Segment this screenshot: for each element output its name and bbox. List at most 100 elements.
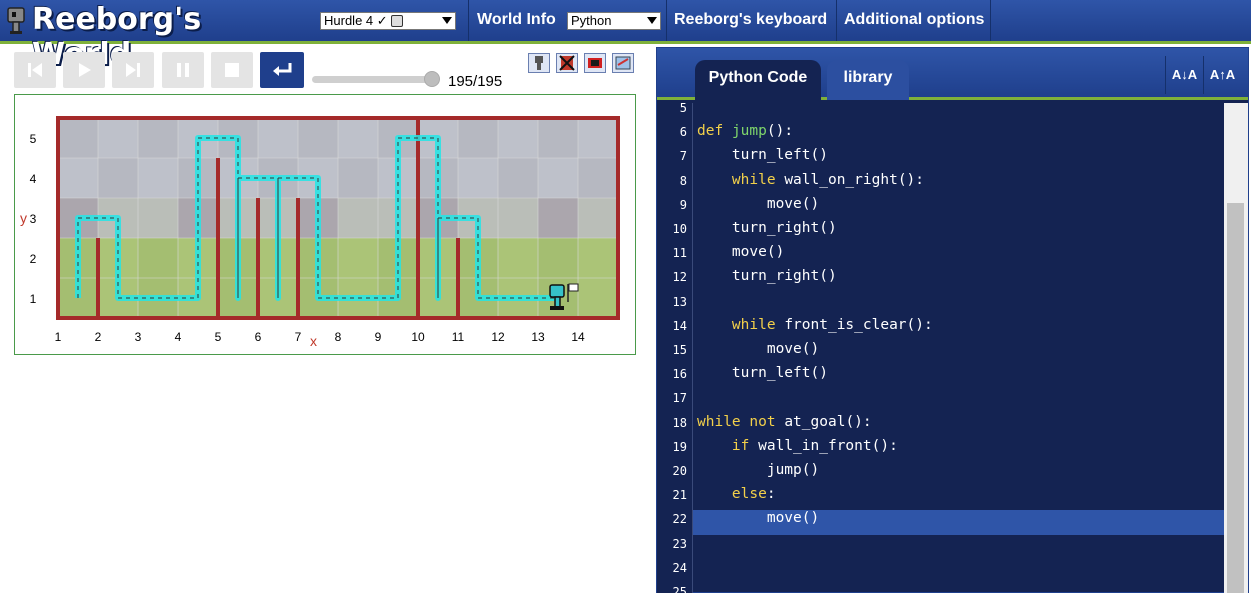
line-number: 10 bbox=[672, 222, 687, 236]
code-line: turn_left() bbox=[731, 365, 828, 382]
step-counter: 195/195 bbox=[448, 73, 503, 90]
world-select[interactable]: Hurdle 4 ✓ bbox=[320, 12, 456, 30]
font-increase-button[interactable]: A↑A bbox=[1203, 56, 1241, 94]
x-tick-label: 10 bbox=[411, 330, 425, 344]
walls-edit-icon[interactable] bbox=[556, 53, 578, 73]
line-number: 23 bbox=[672, 536, 687, 551]
divider bbox=[666, 0, 667, 41]
x-axis-label: x bbox=[310, 333, 317, 349]
code-line: move() bbox=[766, 510, 820, 527]
goal-flag-icon bbox=[568, 283, 579, 292]
pause-icon bbox=[177, 63, 189, 77]
x-tick-label: 5 bbox=[215, 330, 222, 344]
code-line: def jump(): bbox=[697, 123, 794, 140]
line-number: 13 bbox=[672, 294, 687, 309]
additional-options-button[interactable]: Additional options bbox=[844, 11, 984, 29]
line-number: 15 bbox=[672, 343, 687, 357]
x-tick-label: 11 bbox=[452, 330, 465, 344]
reload-button[interactable] bbox=[14, 52, 56, 88]
editor-panel: Python Code library A↓A A↑A 5 6 7 8 9 10 11 12 1… bbox=[656, 47, 1249, 593]
x-tick-label: 9 bbox=[375, 330, 382, 344]
code-line: move() bbox=[731, 244, 785, 261]
slider-handle[interactable] bbox=[424, 71, 440, 87]
line-number: 22 bbox=[672, 512, 687, 527]
robot-edit-icon[interactable] bbox=[528, 53, 550, 73]
world-settings-icon[interactable] bbox=[612, 53, 634, 73]
pause-button[interactable] bbox=[162, 52, 204, 88]
chevron-down-icon bbox=[647, 17, 657, 24]
line-number: 11 bbox=[672, 246, 687, 261]
editor-scrollbar[interactable] bbox=[1224, 103, 1248, 593]
font-decrease-button[interactable]: A↓A bbox=[1165, 56, 1203, 94]
language-select-value: Python bbox=[571, 13, 612, 28]
x-tick-label: 4 bbox=[175, 330, 182, 344]
code-line: move() bbox=[766, 341, 820, 357]
x-tick-label: 13 bbox=[531, 330, 545, 344]
divider bbox=[468, 0, 469, 41]
stop-button[interactable] bbox=[211, 52, 253, 88]
editor-tab-bar: Python Code library A↓A A↑A bbox=[657, 48, 1248, 100]
line-number: 20 bbox=[672, 464, 687, 478]
line-number: 14 bbox=[672, 318, 687, 333]
y-tick-label: 5 bbox=[30, 132, 37, 146]
tab-library[interactable]: library bbox=[827, 60, 909, 100]
return-button[interactable] bbox=[260, 52, 304, 88]
robot-face-icon bbox=[391, 15, 404, 27]
line-number: 12 bbox=[672, 270, 687, 285]
robot-icon bbox=[549, 284, 565, 298]
world-canvas[interactable]: 1 2 3 4 5 6 7 8 9 10 11 12 13 14 1 2 3 4 5 x y bbox=[14, 94, 636, 355]
stop-icon bbox=[225, 63, 239, 77]
y-tick-label: 2 bbox=[30, 252, 37, 266]
x-tick-label: 1 bbox=[55, 330, 62, 344]
divider bbox=[990, 0, 991, 41]
x-tick-label: 3 bbox=[135, 330, 142, 344]
line-number: 21 bbox=[672, 488, 687, 503]
step-icon bbox=[126, 63, 140, 77]
robot-icon bbox=[554, 296, 561, 308]
y-tick-label: 4 bbox=[30, 172, 37, 186]
world-info-button[interactable]: World Info bbox=[477, 11, 556, 29]
x-tick-label: 2 bbox=[95, 330, 102, 344]
code-editor[interactable]: 5 6 7 8 9 10 11 12 13 14 15 16 17 18 19 20 21 22 23 24 25 de… bbox=[657, 103, 1248, 593]
line-number: 5 bbox=[679, 103, 687, 115]
code-line: while front_is_clear(): bbox=[731, 316, 933, 333]
chevron-down-icon bbox=[442, 17, 452, 24]
line-number: 8 bbox=[679, 173, 687, 188]
scroll-thumb[interactable] bbox=[1227, 203, 1244, 593]
step-button[interactable] bbox=[112, 52, 154, 88]
line-number: 17 bbox=[672, 391, 687, 406]
robot-icon bbox=[550, 306, 564, 310]
run-button[interactable] bbox=[63, 52, 105, 88]
line-number: 9 bbox=[679, 197, 687, 212]
code-line: turn_left() bbox=[731, 147, 828, 164]
play-icon bbox=[79, 63, 91, 77]
return-icon bbox=[273, 63, 292, 76]
y-tick-label: 1 bbox=[30, 292, 37, 306]
y-axis-label: y bbox=[20, 210, 27, 226]
reload-icon bbox=[28, 63, 42, 77]
code-line: if wall_in_front(): bbox=[731, 437, 898, 454]
reeborg-logo-icon bbox=[7, 7, 25, 34]
x-tick-label: 7 bbox=[295, 330, 302, 344]
code-line: while not at_goal(): bbox=[697, 413, 872, 430]
speed-slider[interactable] bbox=[312, 76, 438, 83]
code-line: turn_right() bbox=[731, 268, 837, 285]
line-number: 24 bbox=[672, 560, 687, 575]
world-select-value: Hurdle 4 ✓ bbox=[324, 13, 388, 28]
x-tick-label: 8 bbox=[335, 330, 342, 344]
logo: Reeborg's World bbox=[0, 0, 300, 72]
language-select[interactable]: Python bbox=[567, 12, 661, 30]
x-tick-label: 6 bbox=[255, 330, 262, 344]
code-line: while wall_on_right(): bbox=[731, 171, 925, 188]
line-number-gutter: 5 6 7 8 9 10 11 12 13 14 15 16 17 18 19 20 21 22 23 24 25 bbox=[657, 103, 693, 593]
code-line: else: bbox=[731, 486, 776, 503]
line-number: 6 bbox=[679, 125, 687, 140]
line-number: 7 bbox=[679, 149, 687, 164]
tab-python-code[interactable]: Python Code bbox=[695, 60, 821, 100]
code-line: turn_right() bbox=[731, 220, 837, 236]
world-grid: 1 2 3 4 5 6 7 8 9 10 11 12 13 1412345xy bbox=[20, 116, 620, 349]
x-tick-label: 14 bbox=[571, 330, 585, 344]
x-tick-label: 12 bbox=[491, 330, 505, 344]
keyboard-button[interactable]: Reeborg's keyboard bbox=[674, 11, 827, 29]
objects-edit-icon[interactable] bbox=[584, 53, 606, 73]
